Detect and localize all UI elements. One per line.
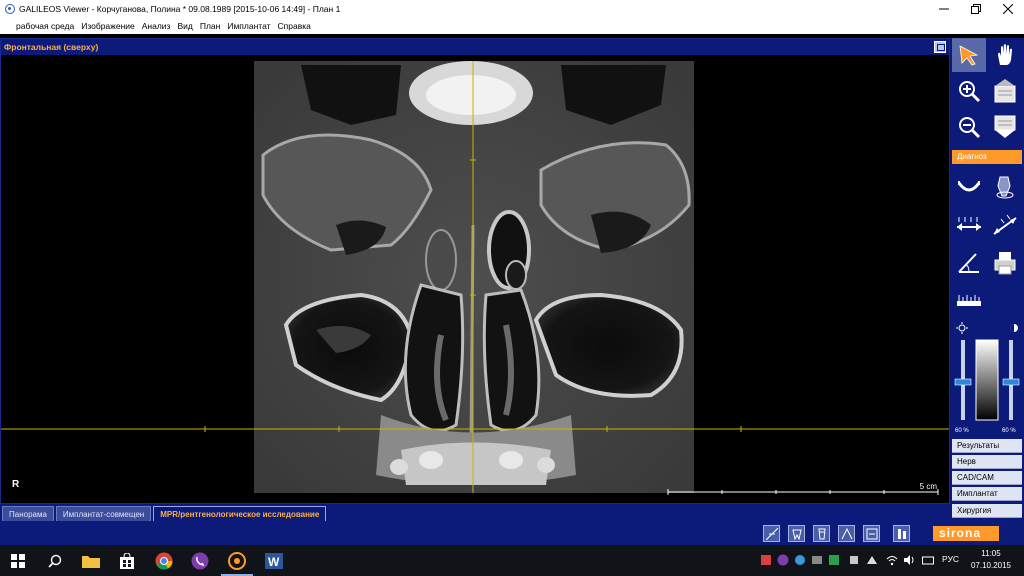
tray-app-icon-5[interactable]: [848, 554, 860, 566]
maximize-view-icon[interactable]: [934, 41, 946, 53]
tray-app-icon-2[interactable]: [794, 554, 806, 566]
zoom-out-icon[interactable]: [952, 110, 986, 144]
clock-date: 07.10.2015: [970, 561, 1012, 570]
implant-view-icon[interactable]: [813, 525, 830, 542]
close-icon[interactable]: [992, 0, 1024, 17]
word-icon[interactable]: W: [264, 551, 284, 571]
oblique-measure-icon[interactable]: [988, 208, 1022, 242]
tray-app-icon-1[interactable]: [760, 554, 772, 566]
menu-workspace[interactable]: рабочая среда: [16, 21, 74, 31]
tab-implant-aligned[interactable]: Имплантат-совмещен: [55, 506, 152, 521]
scroll-down-icon[interactable]: [988, 110, 1022, 144]
brightness-value: 60 %: [955, 428, 969, 434]
system-clock[interactable]: 11:05 07.10.2015: [966, 548, 1016, 572]
file-explorer-icon[interactable]: [81, 551, 101, 571]
grayscale-ramp: [975, 339, 999, 421]
menu-implant[interactable]: Имплантат: [227, 21, 270, 31]
wifi-icon[interactable]: [886, 554, 898, 566]
menu-image[interactable]: Изображение: [81, 21, 135, 31]
view-header: Фронтальная (сверху): [1, 39, 949, 55]
menu-help[interactable]: Справка: [278, 21, 311, 31]
pan-hand-icon[interactable]: [988, 38, 1022, 72]
menu-bar: рабочая среда Изображение Анализ Вид Пла…: [0, 17, 1024, 34]
volume-icon[interactable]: [903, 554, 915, 566]
brightness-contrast-sliders: 60 % 60 %: [950, 322, 1024, 434]
view-title: Фронтальная (сверху): [4, 42, 99, 52]
window-controls: [928, 0, 1024, 17]
taskbar: W РУС 11:05 07.10.2015: [0, 545, 1024, 576]
crosshair-tool-icon[interactable]: [763, 525, 780, 542]
svg-text:W: W: [268, 555, 280, 569]
viber-icon[interactable]: [190, 551, 210, 571]
tray-app-icon-3[interactable]: [811, 554, 823, 566]
title-bar: GALILEOS Viewer - Корчуганова, Полина * …: [0, 0, 1024, 17]
app-window: GALILEOS Viewer - Корчуганова, Полина * …: [0, 0, 1024, 576]
tool-panel: Диагноз 60 % 60 % Результаты Нерв CAD/CA…: [950, 38, 1024, 521]
window-title: GALILEOS Viewer - Корчуганова, Полина * …: [19, 3, 341, 14]
export-view-icon[interactable]: [863, 525, 880, 542]
galileos-app-icon: [5, 3, 15, 14]
menu-view[interactable]: Вид: [177, 21, 192, 31]
zoom-in-icon[interactable]: [952, 74, 986, 108]
clock-time: 11:05: [981, 549, 1001, 558]
view-tabs: Панорама Имплантат-совмещен MPR/рентгено…: [0, 504, 950, 521]
side-item-cadcam[interactable]: CAD/CAM: [952, 471, 1022, 485]
contrast-slider-thumb[interactable]: [1002, 378, 1020, 386]
contrast-value: 60 %: [1002, 428, 1016, 434]
side-item-surgery[interactable]: Хирургия: [952, 504, 1022, 518]
contrast-icon: [1010, 324, 1018, 332]
side-item-implant[interactable]: Имплантат: [952, 487, 1022, 501]
tray-app-icon-4[interactable]: [828, 554, 840, 566]
sirona-logo: sirona: [933, 526, 999, 541]
orientation-label: R: [12, 479, 20, 490]
side-item-nerve[interactable]: Нерв: [952, 455, 1022, 469]
nerve-view-icon[interactable]: [838, 525, 855, 542]
windows-start-icon[interactable]: [8, 551, 28, 571]
angle-measure-icon[interactable]: [952, 246, 986, 280]
brightness-slider-thumb[interactable]: [954, 378, 972, 386]
tab-mpr[interactable]: MPR/рентгенологическое исследование: [153, 506, 327, 521]
store-icon[interactable]: [117, 551, 137, 571]
chrome-icon[interactable]: [154, 551, 174, 571]
tray-app-icon-6[interactable]: [866, 554, 878, 566]
side-item-results[interactable]: Результаты: [952, 439, 1022, 453]
brightness-icon: [956, 322, 968, 334]
tray-viber-icon[interactable]: [777, 554, 789, 566]
scale-label: 5 cm: [919, 482, 937, 491]
search-icon[interactable]: [45, 551, 65, 571]
diagnosis-section-label: Диагноз: [952, 150, 1022, 164]
ruler-icon[interactable]: [952, 284, 986, 318]
print-icon[interactable]: [988, 246, 1022, 280]
distance-measure-icon[interactable]: [952, 208, 986, 242]
restore-icon[interactable]: [960, 0, 992, 17]
input-language[interactable]: РУС: [942, 554, 959, 564]
keyboard-icon[interactable]: [922, 554, 934, 566]
frontal-view-panel[interactable]: Фронтальная (сверху) R 5 cm: [0, 38, 950, 504]
panoramic-curve-icon[interactable]: [952, 170, 986, 204]
galileos-taskbar-icon[interactable]: [227, 551, 247, 571]
tooth-view-icon[interactable]: [788, 525, 805, 542]
pointer-arrow-icon[interactable]: [952, 38, 986, 72]
scale-bar: [667, 489, 939, 495]
tab-panorama[interactable]: Панорама: [2, 506, 54, 521]
minimize-icon[interactable]: [928, 0, 960, 17]
scroll-up-icon[interactable]: [988, 74, 1022, 108]
implant-icon[interactable]: [988, 170, 1022, 204]
action-strip: sirona: [0, 521, 1024, 545]
scan-device-icon[interactable]: [893, 525, 910, 542]
menu-plan[interactable]: План: [200, 21, 221, 31]
menu-analysis[interactable]: Анализ: [142, 21, 171, 31]
ct-slice-image[interactable]: [1, 55, 949, 503]
